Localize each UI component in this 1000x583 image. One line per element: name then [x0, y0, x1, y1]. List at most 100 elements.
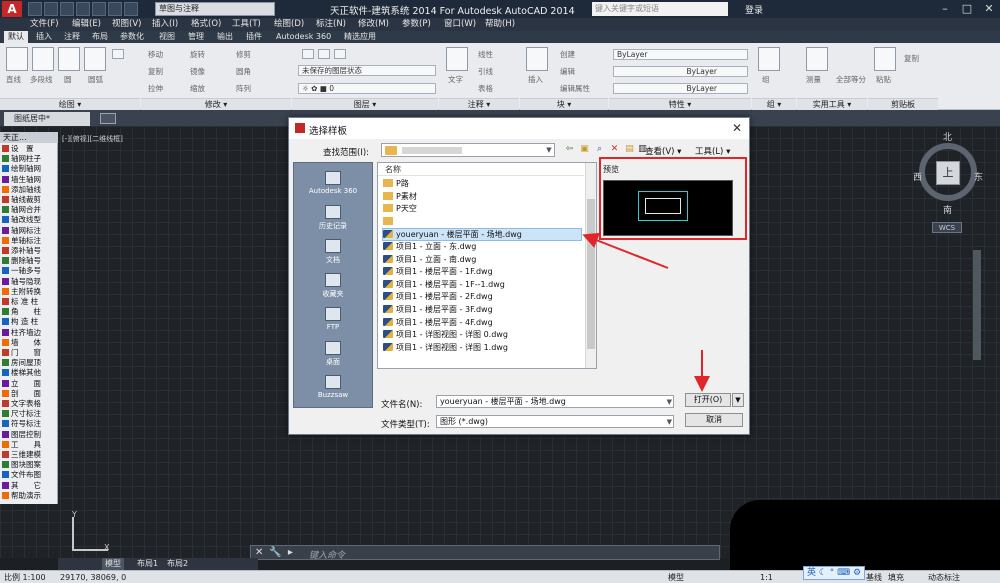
workspace-select[interactable]: 草图与注释: [155, 2, 275, 16]
login-button[interactable]: 登录: [745, 3, 763, 16]
sidebar-item-24[interactable]: 剖 面: [2, 389, 58, 399]
close-icon[interactable]: ✕: [978, 1, 1000, 17]
modify-move[interactable]: 移动: [148, 49, 163, 60]
sidebar-item-11[interactable]: 删除轴号: [2, 256, 58, 266]
file-list-item[interactable]: 项目1 - 楼层平面 - 4F.dwg: [383, 317, 583, 329]
panel-clipboard[interactable]: 剪贴板: [868, 98, 938, 110]
search-web-icon[interactable]: ⌕: [594, 144, 605, 155]
sidebar-item-22[interactable]: 楼梯其他: [2, 368, 58, 378]
file-list-item[interactable]: 项目1 - 立面 - 南.dwg: [383, 254, 583, 266]
insert-block-icon[interactable]: [526, 47, 548, 71]
annot-table[interactable]: 表格: [478, 83, 493, 94]
layout-tab-2[interactable]: 布局2: [164, 558, 191, 570]
sidebar-item-13[interactable]: 轴号隐现: [2, 277, 58, 287]
place-5[interactable]: 桌面: [294, 341, 372, 367]
sidebar-item-19[interactable]: 墙 体: [2, 338, 58, 348]
panel-draw[interactable]: 绘图 ▾: [0, 98, 140, 110]
sidebar-item-21[interactable]: 房间屋顶: [2, 358, 58, 368]
sidebar-item-10[interactable]: 添补轴号: [2, 246, 58, 256]
layer-state-select[interactable]: 未保存的图层状态: [298, 65, 436, 76]
tab-view[interactable]: 视图: [155, 31, 179, 43]
tab-autodesk360[interactable]: Autodesk 360: [272, 31, 335, 43]
chevron-down-icon[interactable]: ▼: [543, 144, 555, 156]
sidebar-item-28[interactable]: 图层控制: [2, 430, 58, 440]
cancel-button[interactable]: 取消: [685, 413, 743, 427]
tab-insert[interactable]: 插入: [32, 31, 56, 43]
filename-dropdown-icon[interactable]: ▼: [667, 396, 672, 407]
compass-west[interactable]: 西: [913, 170, 922, 183]
status-scale[interactable]: 比例 1:100: [4, 571, 46, 583]
open-button[interactable]: 打开(O): [685, 393, 731, 407]
linetype-select[interactable]: ByLayer: [613, 66, 748, 77]
new-file-icon[interactable]: [28, 2, 42, 16]
place-1[interactable]: 历史记录: [294, 205, 372, 231]
sidebar-item-23[interactable]: 立 面: [2, 379, 58, 389]
sidebar-item-32[interactable]: 文件布图: [2, 470, 58, 480]
sidebar-item-20[interactable]: 门 窗: [2, 348, 58, 358]
sidebar-item-31[interactable]: 图块图案: [2, 460, 58, 470]
sidebar-item-3[interactable]: 墙生轴网: [2, 175, 58, 185]
doc-tab-active[interactable]: 图纸居中*: [4, 112, 90, 126]
sidebar-item-12[interactable]: 一轴多号: [2, 266, 58, 276]
file-list-item[interactable]: 项目1 - 详图视图 - 详图 1.dwg: [383, 342, 583, 354]
filetype-select[interactable]: 图形 (*.dwg) ▼: [436, 415, 674, 428]
maximize-icon[interactable]: □: [956, 1, 978, 17]
block-create[interactable]: 创建: [560, 49, 575, 60]
file-list-item[interactable]: 项目1 - 楼层平面 - 1F.dwg: [383, 266, 583, 278]
open-file-icon[interactable]: [44, 2, 58, 16]
compass-south[interactable]: 南: [943, 203, 952, 216]
color-select[interactable]: ByLayer: [613, 49, 748, 60]
menu-edit[interactable]: 编辑(E): [72, 18, 101, 31]
sidebar-item-5[interactable]: 轴线裁剪: [2, 195, 58, 205]
layer-select[interactable]: ☼ ✿ ■ 0: [298, 83, 436, 94]
annot-linear[interactable]: 线性: [478, 49, 493, 60]
panel-modify[interactable]: 修改 ▾: [141, 98, 291, 110]
modify-copy[interactable]: 复制: [148, 66, 163, 77]
menu-file[interactable]: 文件(F): [30, 18, 59, 31]
clip-copy[interactable]: 复制: [904, 53, 919, 64]
name-column-header[interactable]: 名称: [378, 163, 584, 176]
menu-tools[interactable]: 工具(T): [232, 18, 261, 31]
sidebar-item-0[interactable]: 设 置: [2, 144, 58, 154]
sidebar-item-2[interactable]: 绘制轴网: [2, 164, 58, 174]
new-folder-icon[interactable]: ▤: [624, 144, 635, 155]
sidebar-item-8[interactable]: 轴网标注: [2, 226, 58, 236]
view-menu[interactable]: 查看(V) ▾: [645, 145, 681, 157]
compass-east[interactable]: 东: [974, 170, 983, 183]
place-3[interactable]: 收藏夹: [294, 273, 372, 299]
status-dyn-dim[interactable]: 动态标注: [928, 571, 960, 583]
save-file-icon[interactable]: [60, 2, 74, 16]
sidebar-item-4[interactable]: 添加轴线: [2, 185, 58, 195]
sidebar-item-16[interactable]: 角 柱: [2, 307, 58, 317]
circle-tool-icon[interactable]: [58, 47, 80, 71]
up-folder-icon[interactable]: ▣: [579, 144, 590, 155]
wcs-menu[interactable]: WCS: [932, 222, 962, 233]
file-list-item[interactable]: P路: [383, 178, 583, 190]
sidebar-item-30[interactable]: 三维建模: [2, 450, 58, 460]
status-fill[interactable]: 填充: [888, 571, 904, 583]
place-4[interactable]: FTP: [294, 307, 372, 331]
paste-tool-icon[interactable]: [874, 47, 896, 71]
delete-icon[interactable]: ✕: [609, 144, 620, 155]
viewport-label[interactable]: [-][俯视][二维线框]: [62, 134, 123, 144]
command-tools-icon[interactable]: ✕🔧▸: [255, 547, 299, 558]
layout-tab-model[interactable]: 模型: [102, 558, 124, 570]
file-list-item[interactable]: 项目1 - 楼层平面 - 3F.dwg: [383, 304, 583, 316]
draw-more-icon[interactable]: [112, 49, 124, 59]
modify-rotate[interactable]: 旋转: [190, 49, 205, 60]
layout-tab-1[interactable]: 布局1: [134, 558, 161, 570]
filetype-dropdown-icon[interactable]: ▼: [667, 416, 672, 427]
modify-fillet[interactable]: 圆角: [236, 66, 251, 77]
panel-group[interactable]: 组 ▾: [752, 98, 796, 110]
sidebar-item-6[interactable]: 轴网合并: [2, 205, 58, 215]
menu-help[interactable]: 帮助(H): [485, 18, 515, 31]
modify-trim[interactable]: 修剪: [236, 49, 251, 60]
lineweight-select[interactable]: ByLayer: [613, 83, 748, 94]
sidebar-item-1[interactable]: 轴网柱子: [2, 154, 58, 164]
sidebar-item-15[interactable]: 标 准 柱: [2, 297, 58, 307]
print-icon[interactable]: [92, 2, 106, 16]
tab-parametric[interactable]: 参数化: [116, 31, 148, 43]
sidebar-item-25[interactable]: 文字表格: [2, 399, 58, 409]
menu-view[interactable]: 视图(V): [112, 18, 141, 31]
tab-default[interactable]: 默认: [4, 31, 28, 43]
